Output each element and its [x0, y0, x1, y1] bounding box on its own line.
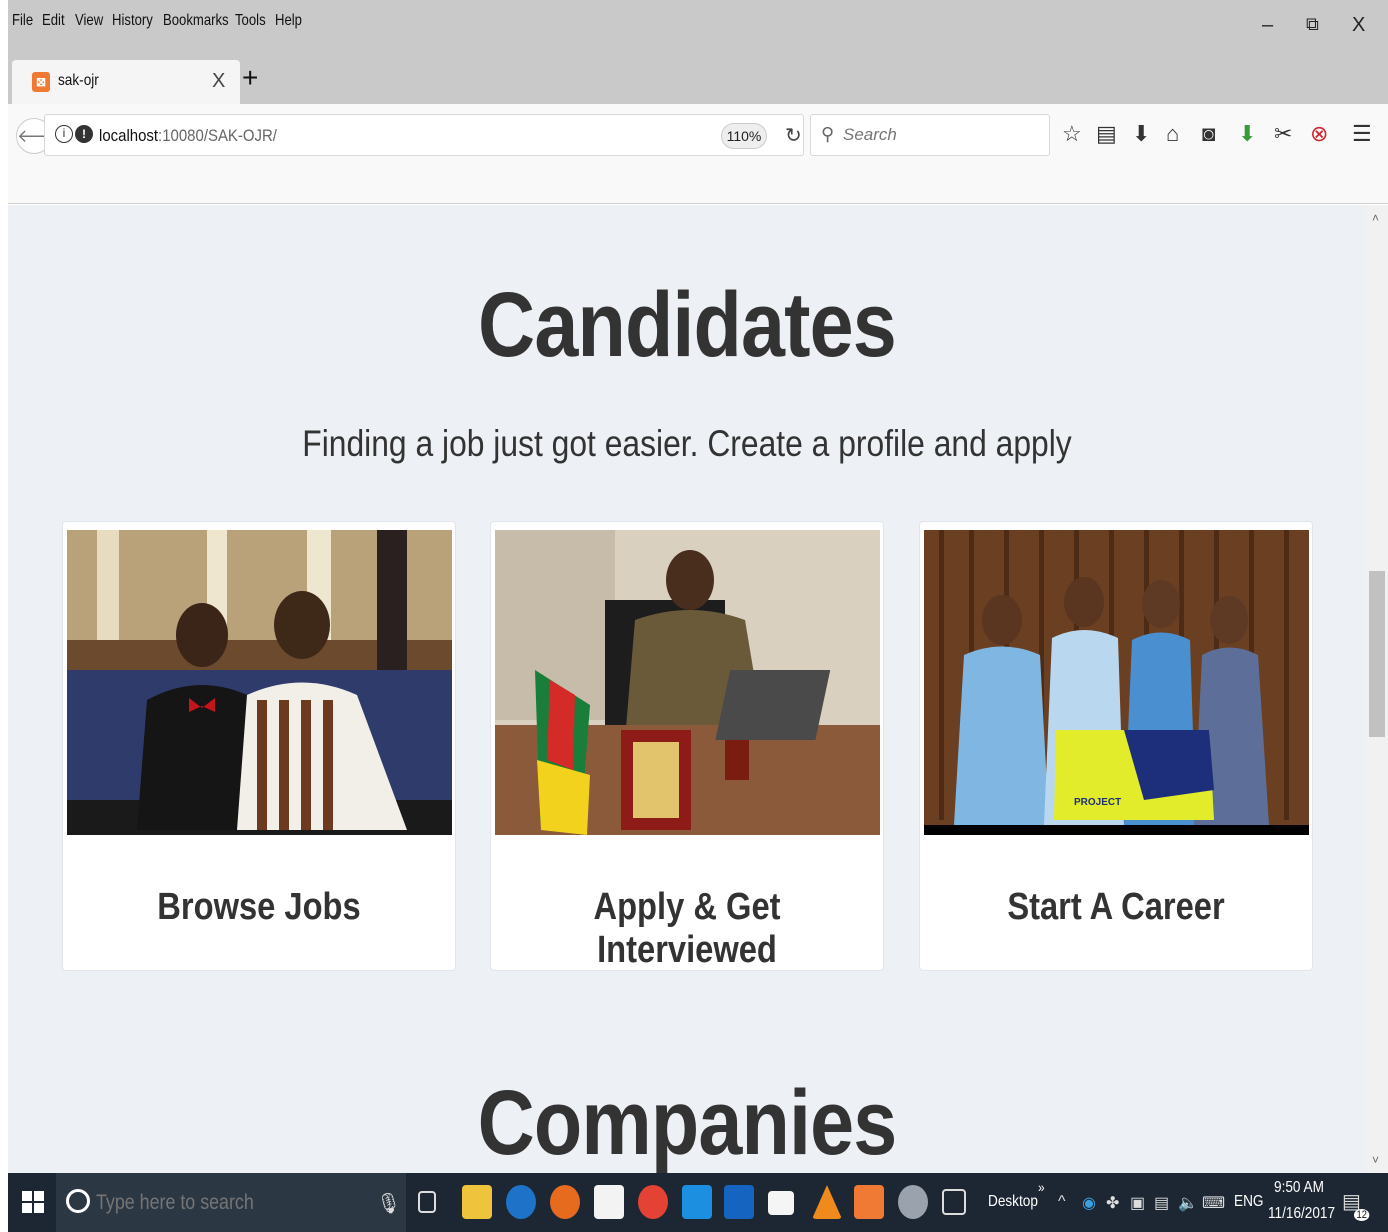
companies-heading: Companies [477, 1072, 898, 1173]
vlc-icon[interactable] [812, 1185, 842, 1219]
url-path: :10080/SAK-OJR/ [158, 126, 277, 145]
app-icon[interactable] [724, 1185, 754, 1219]
tab-close-icon[interactable]: X [212, 70, 225, 93]
zoom-level-badge[interactable]: 110% [721, 123, 767, 149]
menu-history[interactable]: History [112, 12, 153, 30]
card-apply-interview[interactable]: Apply & Get Interviewed [490, 521, 884, 971]
pocket-icon[interactable]: ◙ [1202, 122, 1215, 146]
url-text[interactable]: localhost:10080/SAK-OJR/ [99, 126, 277, 146]
tab-sak-ojr[interactable]: ⊠ sak-ojr X [12, 60, 240, 104]
new-tab-button[interactable]: + [242, 64, 258, 92]
minimize-button[interactable]: – [1262, 14, 1273, 37]
candidates-heading: Candidates [478, 274, 897, 376]
award-team-photo: PROJECT [924, 530, 1309, 835]
connection-info-icon[interactable]: ! [75, 125, 93, 143]
microphone-icon[interactable]: 🎙 [376, 1191, 401, 1216]
card-label[interactable]: Browse Jobs [90, 886, 427, 929]
tab-strip: ⊠ sak-ojr X + [8, 52, 1388, 104]
office-desk-photo [495, 530, 880, 835]
screenshot-icon[interactable]: ✂ [1274, 122, 1292, 146]
tray-app-icon[interactable]: ◉ [1082, 1193, 1096, 1213]
paint-icon[interactable] [898, 1185, 928, 1219]
search-input[interactable] [843, 123, 1043, 147]
volume-icon[interactable]: 🔈 [1178, 1193, 1198, 1213]
reading-list-icon[interactable]: ▤ [1096, 122, 1117, 146]
scroll-down-icon[interactable]: ˅ [1372, 1153, 1379, 1167]
windows-taskbar: 🎙 Desktop » ^ ◉ ✤ ▣ ▤ 🔈 ⌨ ENG 9:50 AM 11… [8, 1173, 1388, 1232]
url-host: localhost [99, 126, 159, 145]
file-explorer-icon[interactable] [462, 1185, 492, 1219]
downloads-icon[interactable]: ⬇ [1132, 122, 1150, 146]
chrome-icon[interactable] [638, 1185, 668, 1219]
adblock-icon[interactable]: ⊗ [1310, 122, 1328, 146]
close-window-button[interactable]: X [1352, 14, 1365, 37]
language-indicator[interactable]: ENG [1234, 1193, 1263, 1211]
tab-title: sak-ojr [58, 72, 99, 89]
card-label[interactable]: Apply & Get Interviewed [518, 886, 855, 972]
show-hidden-icons-icon[interactable]: ^ [1058, 1193, 1066, 1211]
card-browse-jobs[interactable]: Browse Jobs [62, 521, 456, 971]
notification-count-badge: 12 [1354, 1209, 1370, 1221]
search-icon: ⚲ [821, 124, 835, 144]
navigation-bar: 🡐 i ! localhost:10080/SAK-OJR/ 110% ↻ ⚲ … [8, 104, 1388, 204]
card-label[interactable]: Start A Career [947, 886, 1284, 929]
menu-bookmarks[interactable]: Bookmarks [163, 12, 229, 30]
mail-icon[interactable] [768, 1191, 794, 1215]
hamburger-menu-icon[interactable]: ☰ [1352, 122, 1372, 146]
extension-alert-icon[interactable]: ⬇ [1238, 122, 1256, 146]
taskbar-search-input[interactable] [96, 1191, 309, 1215]
photos-icon[interactable] [942, 1189, 966, 1215]
menu-bar: File Edit View History Bookmarks Tools H… [8, 0, 1388, 52]
messenger-icon[interactable] [682, 1185, 712, 1219]
edge-icon[interactable] [506, 1185, 536, 1219]
menu-view[interactable]: View [75, 12, 103, 30]
toolbar-overflow-icon[interactable]: » [1038, 1179, 1045, 1195]
cortana-icon [66, 1189, 90, 1213]
clock-time[interactable]: 9:50 AM [1274, 1179, 1324, 1197]
card-start-career[interactable]: PROJECT Start A Career [919, 521, 1313, 971]
search-bar[interactable]: ⚲ [810, 114, 1050, 156]
firefox-icon[interactable] [550, 1185, 580, 1219]
clock-date[interactable]: 11/16/2017 [1268, 1205, 1335, 1223]
desktop-toolbar-label[interactable]: Desktop [988, 1193, 1038, 1211]
page-viewport: Candidates Finding a job just got easier… [8, 205, 1366, 1173]
menu-help[interactable]: Help [275, 12, 302, 30]
restore-button[interactable]: ⧉ [1306, 14, 1319, 35]
windows-start-icon[interactable] [22, 1191, 44, 1213]
candidates-subtitle: Finding a job just got easier. Create a … [302, 423, 1072, 464]
menu-tools[interactable]: Tools [235, 12, 266, 30]
home-icon[interactable]: ⌂ [1166, 122, 1179, 146]
vertical-scrollbar[interactable]: ˄ ˅ [1366, 205, 1388, 1173]
scroll-thumb[interactable] [1369, 571, 1385, 737]
info-icon[interactable]: i [55, 125, 73, 143]
xampp-icon: ⊠ [32, 72, 50, 92]
poster-text: PROJECT [1074, 797, 1121, 808]
reload-icon[interactable]: ↻ [785, 123, 802, 148]
store-icon[interactable] [594, 1185, 624, 1219]
tray-sync-icon[interactable]: ✤ [1106, 1193, 1119, 1213]
xampp-taskbar-icon[interactable] [854, 1185, 884, 1219]
browser-chrome: File Edit View History Bookmarks Tools H… [8, 0, 1388, 204]
keyboard-icon[interactable]: ⌨ [1202, 1193, 1225, 1213]
menu-file[interactable]: File [12, 12, 33, 30]
taskbar-search-box[interactable]: 🎙 [56, 1173, 406, 1232]
bookmark-star-icon[interactable]: ☆ [1062, 122, 1082, 146]
scroll-up-icon[interactable]: ˄ [1372, 211, 1379, 225]
url-bar[interactable]: i ! localhost:10080/SAK-OJR/ 110% ↻ [44, 114, 804, 156]
task-view-icon[interactable] [418, 1191, 436, 1213]
tray-device-icon[interactable]: ▣ [1130, 1193, 1145, 1213]
menu-edit[interactable]: Edit [42, 12, 65, 30]
network-icon[interactable]: ▤ [1154, 1193, 1169, 1213]
two-students-photo [67, 530, 452, 835]
